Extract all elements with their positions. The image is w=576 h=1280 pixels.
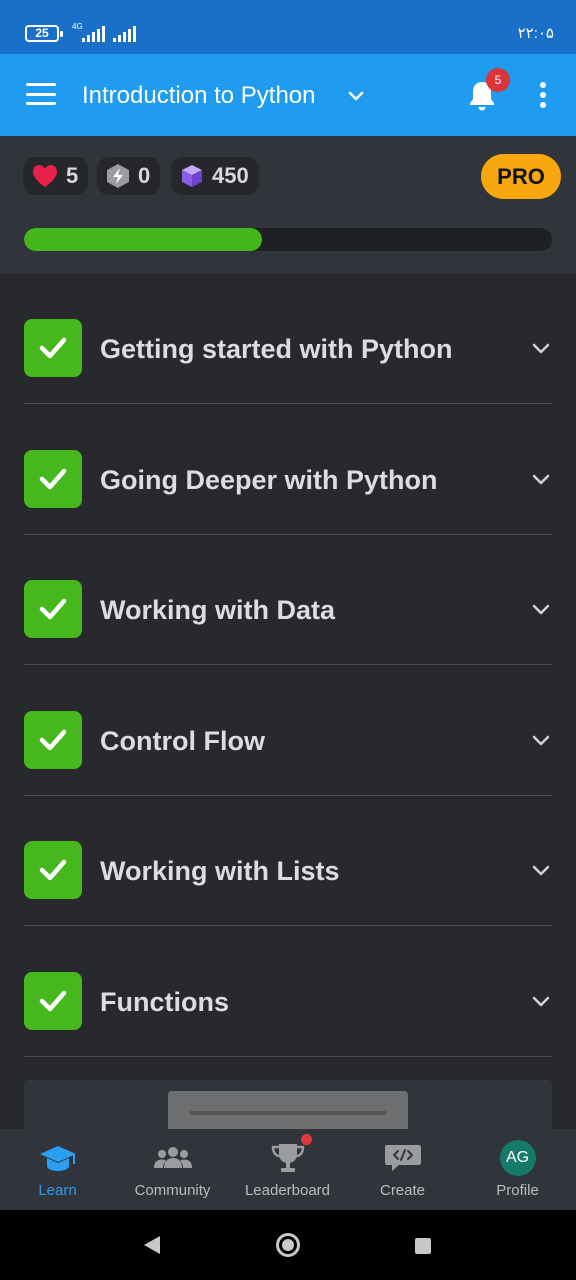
leaderboard-notification-dot	[301, 1134, 312, 1145]
chevron-down-icon[interactable]	[530, 598, 552, 620]
bolts-counter[interactable]: 0	[97, 157, 161, 195]
completed-check-icon	[24, 580, 82, 639]
bolt-shield-icon	[107, 164, 129, 188]
tab-create[interactable]: Create	[345, 1129, 460, 1210]
module-row[interactable]: Functions	[24, 927, 552, 1057]
module-row[interactable]: Control Flow	[24, 666, 552, 796]
tab-label: Profile	[496, 1182, 539, 1199]
notification-badge: 5	[486, 68, 510, 92]
module-title: Control Flow	[100, 725, 265, 756]
tab-label: Leaderboard	[244, 1182, 331, 1199]
tab-community[interactable]: Community	[115, 1129, 230, 1210]
tab-profile[interactable]: AG Profile	[460, 1129, 575, 1210]
stats-panel: 5 0 450 PRO	[0, 136, 576, 274]
trophy-icon	[271, 1144, 304, 1172]
bolts-count: 0	[138, 163, 151, 188]
bottom-navigation: Learn Community Leaderboard Create AG Pr…	[0, 1129, 576, 1210]
completed-check-icon	[24, 841, 82, 900]
pro-button[interactable]: PRO	[481, 154, 561, 199]
chevron-down-icon[interactable]	[530, 990, 552, 1012]
signal-icon-2	[113, 26, 136, 42]
graduation-cap-icon	[39, 1146, 76, 1171]
hearts-counter[interactable]: 5	[23, 157, 89, 195]
module-title: Functions	[100, 987, 229, 1017]
hearts-count: 5	[66, 163, 79, 188]
completed-check-icon	[24, 449, 82, 508]
chevron-down-icon[interactable]	[530, 729, 552, 751]
home-icon[interactable]	[276, 1233, 300, 1257]
app-bar: Introduction to Python 5	[0, 54, 576, 136]
chevron-down-icon[interactable]	[530, 859, 552, 881]
chevron-down-icon[interactable]	[346, 86, 366, 106]
module-row[interactable]: Going Deeper with Python	[24, 405, 552, 535]
gems-counter[interactable]: 450	[171, 157, 259, 195]
chevron-down-icon[interactable]	[530, 337, 552, 359]
completed-check-icon	[24, 972, 82, 1030]
module-title: Working with Data	[100, 595, 336, 626]
code-bubble-icon	[384, 1145, 421, 1171]
people-icon	[153, 1147, 192, 1168]
recents-icon[interactable]	[415, 1238, 431, 1254]
tab-label: Learn	[38, 1182, 77, 1199]
clock: ۲۲:۰۵	[517, 25, 554, 42]
gem-cube-icon	[182, 165, 202, 187]
avatar: AG	[499, 1140, 536, 1176]
heart-icon	[33, 165, 57, 187]
back-icon[interactable]	[144, 1236, 160, 1254]
course-progress-fill	[24, 228, 262, 251]
completed-check-icon	[24, 710, 82, 769]
module-title: Getting started with Python	[100, 334, 453, 364]
chevron-down-icon[interactable]	[530, 468, 552, 490]
completed-check-icon	[24, 319, 82, 377]
course-progress-bar	[24, 228, 552, 251]
module-title: Going Deeper with Python	[100, 464, 438, 495]
tab-label: Community	[134, 1182, 211, 1199]
module-row[interactable]: Working with Lists	[24, 796, 552, 927]
menu-icon[interactable]	[26, 83, 56, 105]
tab-leaderboard[interactable]: Leaderboard	[230, 1129, 345, 1210]
status-bar: 25 4G ۲۲:۰۵	[0, 0, 576, 54]
tab-learn[interactable]: Learn	[0, 1129, 115, 1210]
more-vert-icon[interactable]	[530, 82, 556, 110]
module-row[interactable]: Working with Data	[24, 535, 552, 666]
signal-icon	[82, 26, 105, 42]
module-title: Working with Lists	[100, 856, 340, 887]
battery-icon: 25	[25, 25, 63, 42]
module-row[interactable]: Getting started with Python	[24, 274, 552, 404]
tab-label: Create	[379, 1182, 426, 1199]
gems-count: 450	[212, 163, 249, 188]
course-title[interactable]: Introduction to Python	[82, 80, 315, 112]
system-navigation-bar	[0, 1210, 576, 1280]
